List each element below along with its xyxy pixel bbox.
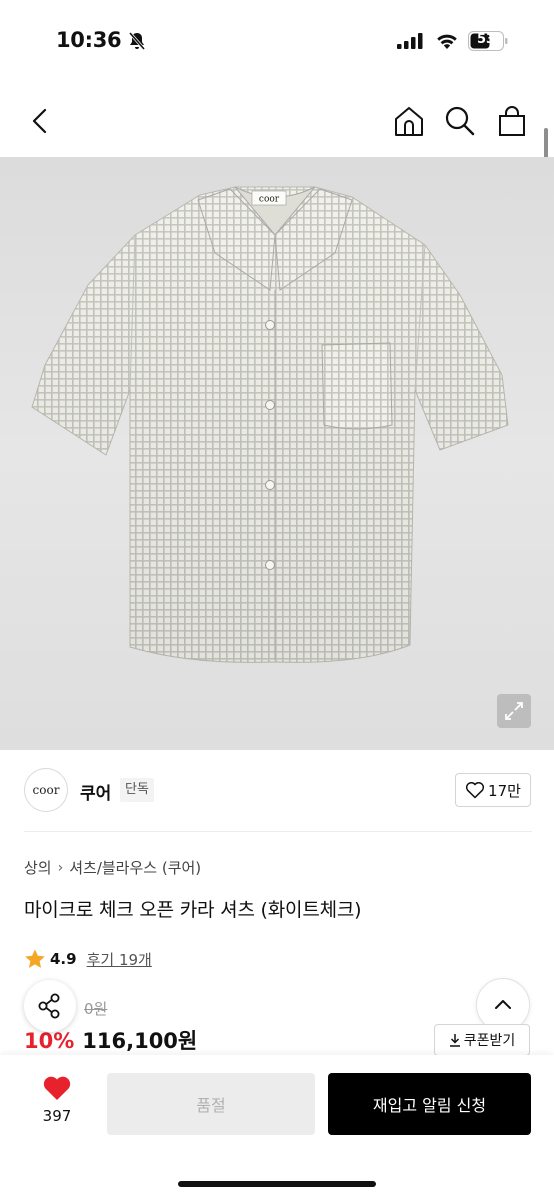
share-button[interactable] [24, 980, 76, 1032]
chevron-right-icon: › [57, 859, 64, 876]
star-icon [25, 949, 45, 968]
status-time: 10:36 [56, 28, 122, 52]
label-text: coor [259, 195, 280, 205]
brand-logo[interactable]: coor [24, 768, 68, 812]
soldout-button: 품절 [107, 1073, 315, 1135]
breadcrumb-subcategory[interactable]: 셔츠/블라우스 (쿠어) [69, 857, 201, 878]
review-link[interactable]: 후기 19개 [87, 949, 152, 970]
product-image[interactable]: coor [0, 157, 554, 750]
coupon-button[interactable]: 쿠폰받기 [434, 1024, 530, 1056]
heart-icon [43, 1076, 71, 1100]
wish-count: 397 [42, 1107, 72, 1125]
brand-logo-text: coor [32, 783, 60, 797]
exclusive-badge: 단독 [120, 778, 154, 802]
discount-rate: 10% [24, 1029, 75, 1053]
bell-off-icon [128, 32, 146, 50]
brand-name[interactable]: 쿠어 [80, 779, 111, 804]
heart-outline-icon [465, 782, 485, 799]
rating-value: 4.9 [50, 950, 77, 968]
bag-icon[interactable] [495, 104, 529, 138]
share-icon [38, 993, 60, 1019]
download-icon [449, 1034, 460, 1047]
restock-alert-button[interactable]: 재입고 알림 신청 [328, 1073, 531, 1135]
coupon-label: 쿠폰받기 [463, 1033, 516, 1049]
rating-row: 4.9 후기 19개 [24, 948, 152, 970]
brand-row: coor 쿠어 단독 17만 [24, 768, 532, 814]
divider [24, 831, 532, 832]
brand-like-count: 17만 [488, 781, 521, 800]
breadcrumb-category[interactable]: 상의 [24, 857, 52, 878]
top-nav [0, 90, 554, 152]
original-price: 0원 [84, 1000, 108, 1018]
chevron-up-icon [495, 1000, 511, 1009]
brand-like-button[interactable]: 17만 [455, 773, 531, 807]
expand-icon[interactable] [497, 694, 531, 728]
battery-level: 53 [476, 32, 496, 47]
product-title: 마이크로 체크 오픈 카라 셔츠 (화이트체크) [24, 899, 362, 921]
home-indicator [178, 1181, 376, 1187]
wifi-icon [437, 34, 457, 49]
signal-icon [397, 33, 423, 49]
back-icon[interactable] [24, 104, 58, 138]
home-icon[interactable] [392, 104, 426, 138]
sale-price: 116,100원 [82, 1029, 198, 1053]
shirt-image: coor [31, 186, 509, 663]
search-icon[interactable] [443, 104, 477, 138]
status-bar: 10:36 53 [0, 0, 554, 86]
wish-button[interactable]: 397 [30, 1075, 84, 1125]
breadcrumb: 상의 › 셔츠/블라우스 (쿠어) [24, 857, 201, 878]
bottom-bar: 397 품절 재입고 알림 신청 [0, 1055, 554, 1200]
